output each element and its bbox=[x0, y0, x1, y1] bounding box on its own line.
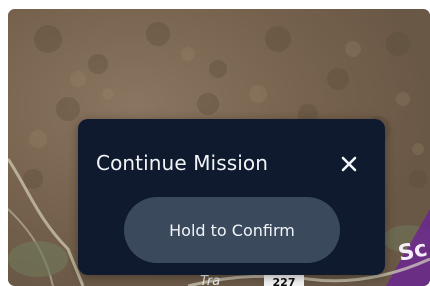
dialog-title: Continue Mission bbox=[96, 151, 269, 175]
map-view[interactable]: Tra 227 Sc Continue Mission Hold to Conf… bbox=[8, 9, 430, 286]
close-icon bbox=[341, 156, 357, 172]
map-street-label: Tra bbox=[200, 274, 220, 286]
close-button[interactable] bbox=[336, 151, 362, 177]
hold-to-confirm-button[interactable]: Hold to Confirm bbox=[124, 197, 340, 263]
continue-mission-dialog: Continue Mission Hold to Confirm bbox=[78, 119, 385, 275]
highway-shield-number: 227 bbox=[273, 276, 296, 286]
